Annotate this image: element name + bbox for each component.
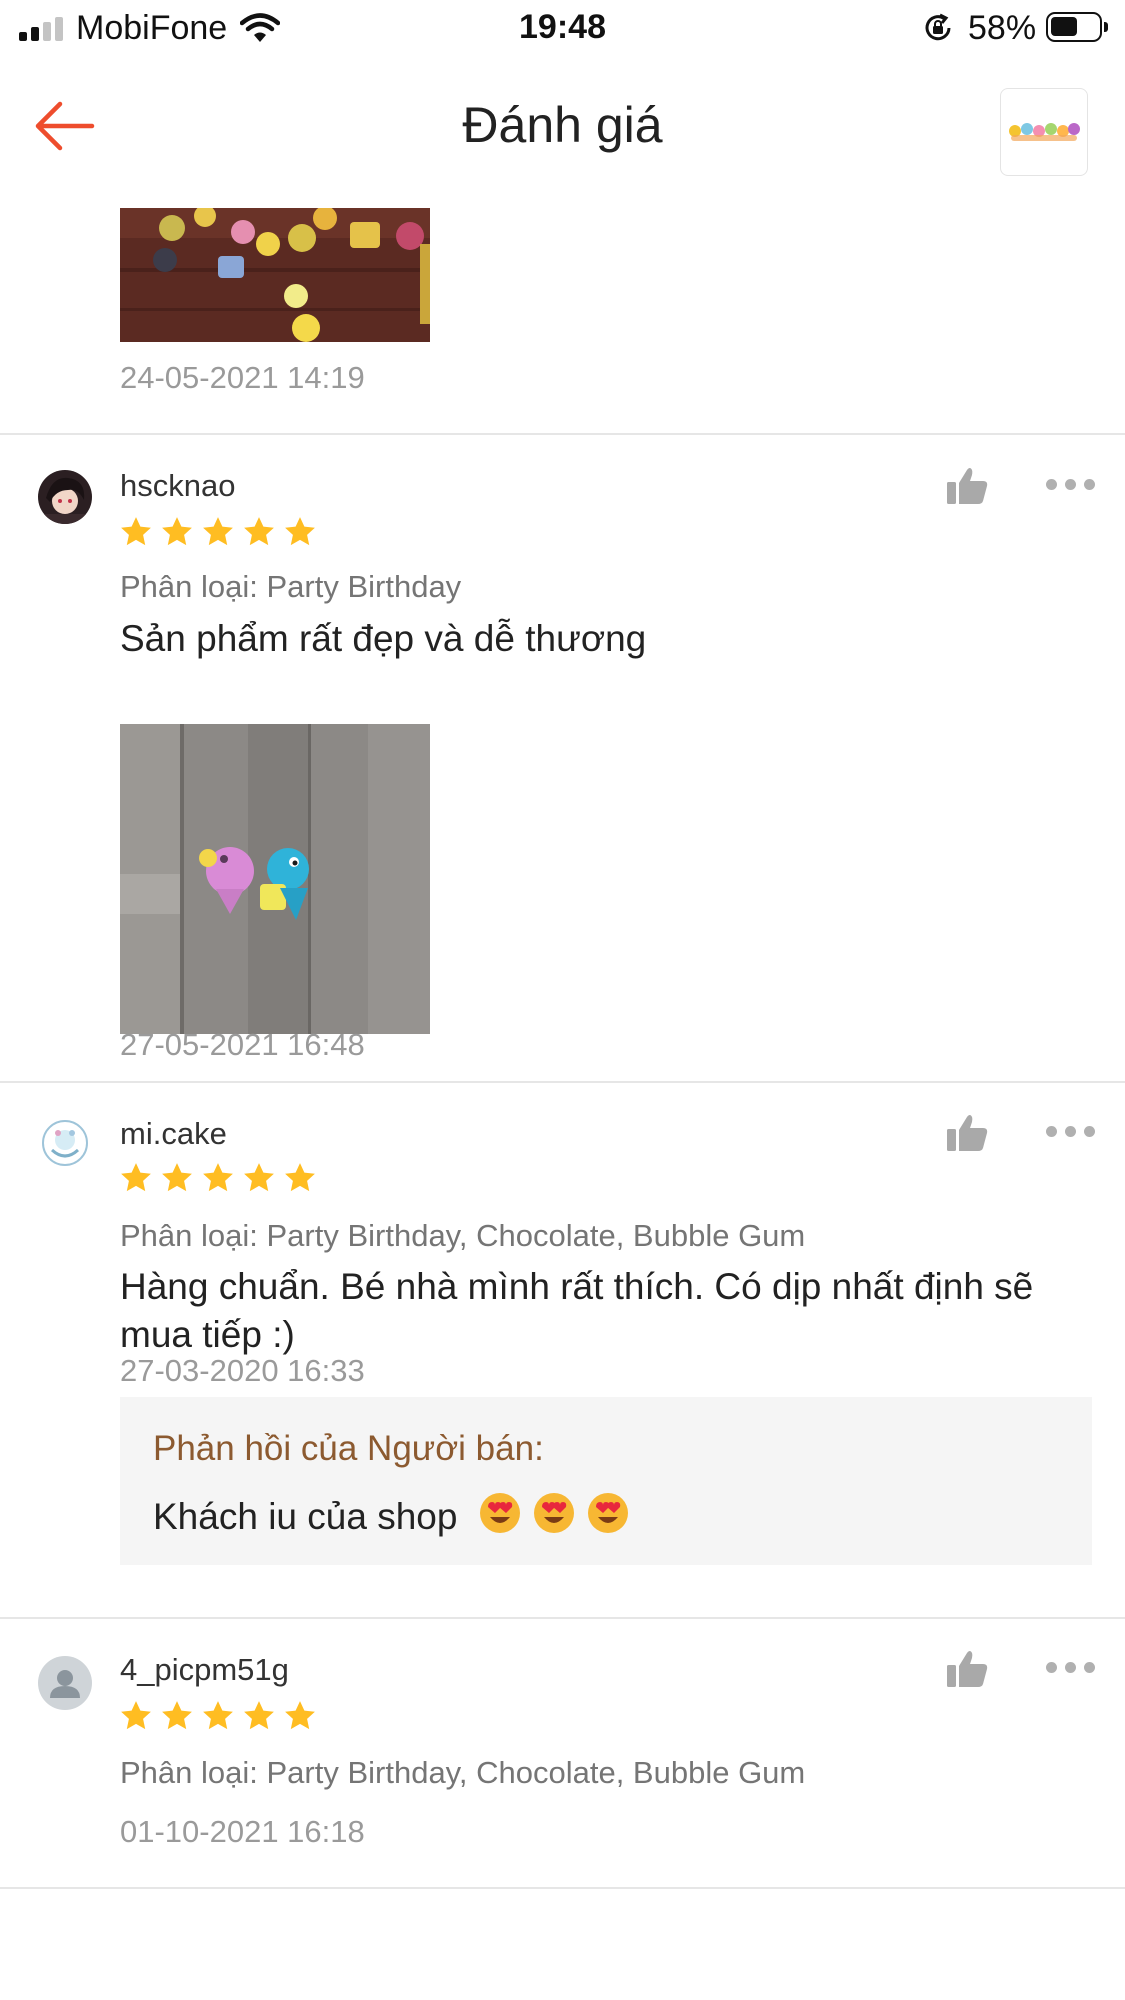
more-options-button[interactable]	[1046, 1662, 1096, 1676]
seller-reply-title: Phản hồi của Người bán:	[153, 1429, 544, 1468]
reviewer-username: mi.cake	[120, 1116, 227, 1151]
heart-eyes-emoji-icon	[587, 1493, 628, 1533]
user-avatar-image	[38, 1116, 92, 1170]
avatar[interactable]	[38, 1116, 92, 1170]
page-title: Đánh giá	[462, 97, 663, 153]
like-button[interactable]	[945, 1649, 989, 1689]
seller-reply-text: Khách iu của shop	[153, 1485, 630, 1538]
star-icon	[162, 517, 192, 546]
review-item: mi.cake Phân loại: Party Birthday, Choco…	[0, 1083, 1125, 1663]
thumbs-up-icon	[947, 468, 988, 504]
avatar[interactable]	[38, 470, 92, 524]
reviewer-username: hscknao	[120, 468, 236, 503]
star-icon	[121, 1701, 151, 1730]
star-icon	[162, 1163, 192, 1192]
star-icon	[244, 1163, 274, 1192]
more-options-button[interactable]	[1046, 479, 1096, 493]
shop-thumbnail-icon	[1009, 123, 1080, 141]
rotation-lock-icon	[925, 13, 951, 41]
thumbs-up-icon	[947, 1651, 988, 1687]
seller-reply-message: Khách iu của shop	[153, 1496, 458, 1537]
reviewer-username: 4_picpm51g	[120, 1652, 289, 1687]
review-item: 24-05-2021 14:19	[0, 202, 1125, 436]
review-timestamp: 01-10-2021 16:18	[120, 1814, 365, 1849]
navigation-header: Đánh giá	[0, 58, 1125, 202]
heart-eyes-emoji-icon	[533, 1493, 574, 1533]
star-icon	[285, 1163, 315, 1192]
star-icon	[244, 1701, 274, 1730]
user-avatar-image	[38, 470, 92, 524]
avatar[interactable]	[38, 1656, 92, 1710]
star-rating	[119, 515, 329, 549]
review-comment: Sản phẩm rất đẹp và dễ thương	[120, 618, 647, 659]
like-button[interactable]	[945, 466, 989, 506]
star-icon	[203, 517, 233, 546]
battery-level-fill	[1051, 17, 1077, 36]
review-photo[interactable]	[120, 208, 430, 342]
star-icon	[162, 1701, 192, 1730]
review-photo[interactable]	[120, 724, 430, 1034]
default-user-avatar-icon	[38, 1656, 92, 1710]
star-icon	[121, 1163, 151, 1192]
product-variation: Phân loại: Party Birthday, Chocolate, Bu…	[120, 1218, 806, 1253]
heart-eyes-emoji-icon	[479, 1493, 520, 1533]
status-bar: MobiFone 19:48 58%	[0, 0, 1125, 58]
review-item: 4_picpm51g Phân loại: Party Birthday, Ch…	[0, 1619, 1125, 2000]
thumbs-up-icon	[947, 1115, 988, 1151]
clock-time: 19:48	[519, 8, 606, 46]
like-button[interactable]	[945, 1113, 989, 1153]
review-comment: Hàng chuẩn. Bé nhà mình rất thích. Có dị…	[120, 1266, 1034, 1355]
battery-percent: 58%	[968, 9, 1037, 47]
review-timestamp: 27-03-2020 16:33	[120, 1353, 365, 1388]
product-variation: Phân loại: Party Birthday	[120, 569, 462, 604]
more-options-button[interactable]	[1046, 1126, 1096, 1140]
review-timestamp: 27-05-2021 16:48	[120, 1027, 365, 1062]
star-icon	[244, 517, 274, 546]
star-icon	[285, 1701, 315, 1730]
star-icon	[121, 517, 151, 546]
star-rating	[119, 1161, 329, 1195]
shop-thumbnail-button[interactable]	[1000, 88, 1088, 176]
battery-icon	[1046, 12, 1108, 42]
star-icon	[285, 517, 315, 546]
review-timestamp: 24-05-2021 14:19	[120, 360, 365, 395]
star-rating	[119, 1699, 329, 1733]
seller-reply-box: Phản hồi của Người bán: Khách iu của sho…	[120, 1397, 1092, 1565]
toy-figures-photo	[120, 724, 430, 1034]
review-item: hscknao Phân loại: Party Birthday Sản ph…	[0, 435, 1125, 1125]
divider	[0, 1887, 1125, 1889]
toy-figures-photo	[120, 208, 430, 342]
star-icon	[203, 1701, 233, 1730]
product-variation: Phân loại: Party Birthday, Chocolate, Bu…	[120, 1755, 806, 1790]
reviews-feed[interactable]: 24-05-2021 14:19 hscknao Phân loại: Part…	[0, 202, 1125, 2000]
star-icon	[203, 1163, 233, 1192]
